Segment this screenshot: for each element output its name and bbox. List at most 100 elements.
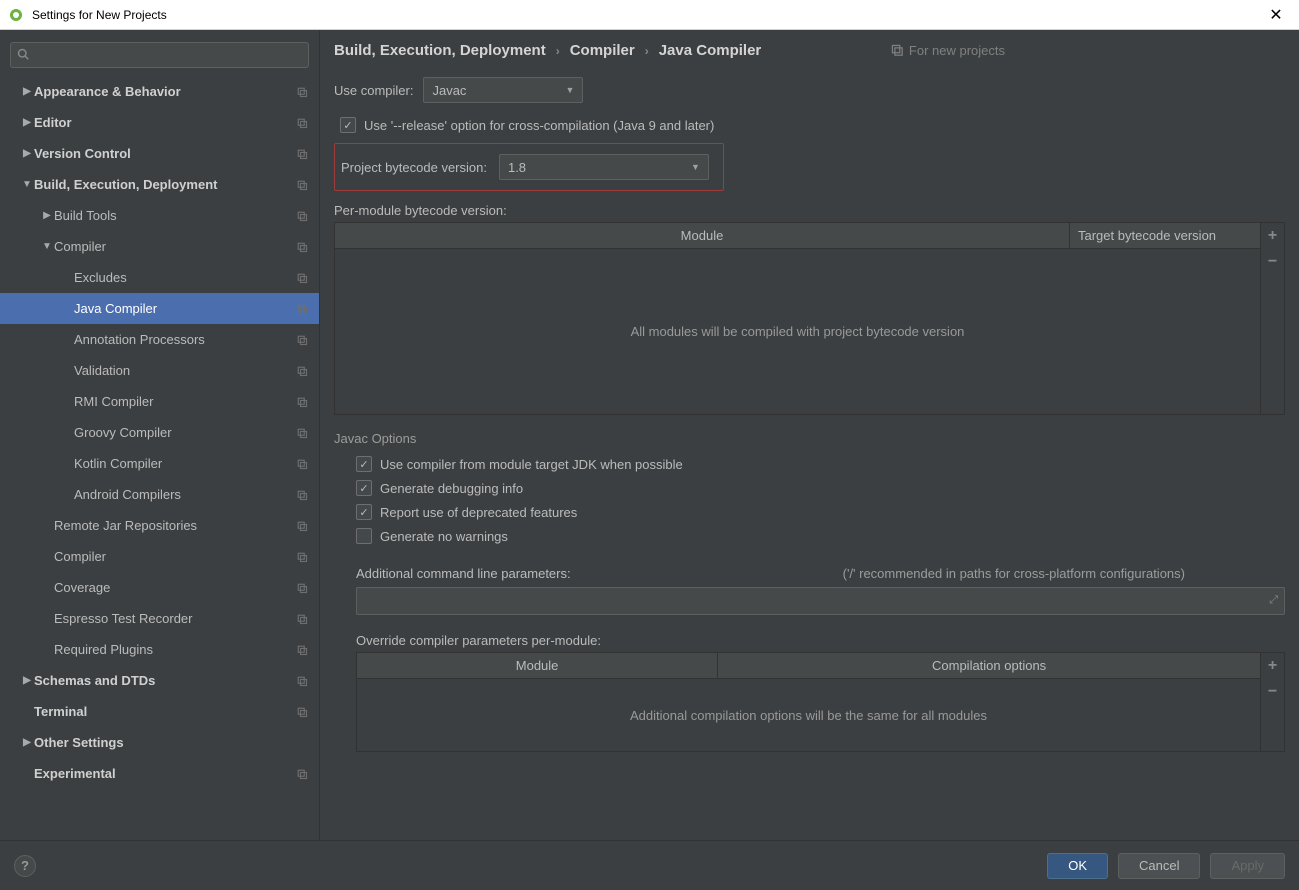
- breadcrumb-part[interactable]: Compiler: [570, 42, 635, 59]
- sidebar-item[interactable]: ▶Other Settings: [0, 727, 319, 758]
- sidebar-item[interactable]: Android Compilers: [0, 479, 319, 510]
- apply-button[interactable]: Apply: [1210, 853, 1285, 879]
- settings-tree: ▶Appearance & Behavior▶Editor▶Version Co…: [0, 76, 319, 840]
- per-project-icon: [295, 209, 309, 223]
- per-project-icon: [295, 116, 309, 130]
- content-panel: Build, Execution, Deployment › Compiler …: [320, 30, 1299, 840]
- remove-button[interactable]: −: [1261, 249, 1284, 275]
- checkbox-icon: [356, 480, 372, 496]
- chevron-right-icon: ▶: [20, 737, 34, 748]
- sidebar-item[interactable]: RMI Compiler: [0, 386, 319, 417]
- sidebar-item[interactable]: Kotlin Compiler: [0, 448, 319, 479]
- sidebar-item[interactable]: Terminal: [0, 696, 319, 727]
- remove-button[interactable]: −: [1261, 679, 1284, 705]
- addl-params-label: Additional command line parameters:: [356, 566, 571, 581]
- sidebar-item-label: Build, Execution, Deployment: [34, 177, 295, 192]
- per-project-icon: [295, 178, 309, 192]
- add-button[interactable]: +: [1261, 653, 1284, 679]
- close-icon[interactable]: ✕: [1261, 0, 1291, 30]
- per-module-label: Per-module bytecode version:: [334, 203, 1285, 218]
- sidebar-item[interactable]: Compiler: [0, 541, 319, 572]
- no-warnings-checkbox[interactable]: Generate no warnings: [356, 528, 1285, 544]
- override-label: Override compiler parameters per-module:: [356, 633, 1285, 648]
- sidebar-item[interactable]: Excludes: [0, 262, 319, 293]
- per-project-icon: [295, 612, 309, 626]
- sidebar-item-label: Remote Jar Repositories: [54, 518, 295, 533]
- sidebar-item-label: Appearance & Behavior: [34, 84, 295, 99]
- sidebar-item[interactable]: ▶Version Control: [0, 138, 319, 169]
- table-header: Compilation options: [718, 653, 1260, 678]
- project-bytecode-combo[interactable]: 1.8 ▼: [499, 154, 709, 180]
- search-field[interactable]: [33, 48, 302, 63]
- chevron-right-icon: ▶: [20, 117, 34, 128]
- addl-params-input[interactable]: ⤢: [356, 587, 1285, 615]
- help-button[interactable]: ?: [14, 855, 36, 877]
- sidebar-item[interactable]: ▼Compiler: [0, 231, 319, 262]
- sidebar-item-label: Groovy Compiler: [74, 425, 295, 440]
- chevron-right-icon: ▶: [40, 210, 54, 221]
- sidebar-item[interactable]: ▶Build Tools: [0, 200, 319, 231]
- per-project-icon: [295, 395, 309, 409]
- sidebar-item-label: Schemas and DTDs: [34, 673, 295, 688]
- sidebar-item-label: Annotation Processors: [74, 332, 295, 347]
- report-deprecated-checkbox[interactable]: Report use of deprecated features: [356, 504, 1285, 520]
- sidebar-item[interactable]: ▼Build, Execution, Deployment: [0, 169, 319, 200]
- sidebar-item-label: Terminal: [34, 704, 295, 719]
- per-project-icon: [295, 364, 309, 378]
- javac-options-title: Javac Options: [334, 431, 1285, 446]
- breadcrumb-part[interactable]: Build, Execution, Deployment: [334, 42, 546, 59]
- generate-debug-checkbox[interactable]: Generate debugging info: [356, 480, 1285, 496]
- sidebar-item-label: Android Compilers: [74, 487, 295, 502]
- table-header: Module: [335, 223, 1070, 248]
- chevron-down-icon: ▼: [566, 85, 575, 95]
- per-project-icon: [295, 674, 309, 688]
- sidebar-item-label: Build Tools: [54, 208, 295, 223]
- footer: ? OK Cancel Apply: [0, 840, 1299, 890]
- project-bytecode-highlight: Project bytecode version: 1.8 ▼: [334, 143, 724, 191]
- sidebar-item[interactable]: Coverage: [0, 572, 319, 603]
- per-project-icon: [295, 767, 309, 781]
- cancel-button[interactable]: Cancel: [1118, 853, 1200, 879]
- sidebar-item[interactable]: Required Plugins: [0, 634, 319, 665]
- addl-params-hint: ('/' recommended in paths for cross-plat…: [843, 566, 1185, 581]
- sidebar-item-label: Kotlin Compiler: [74, 456, 295, 471]
- expand-icon[interactable]: ⤢: [1269, 594, 1278, 607]
- add-button[interactable]: +: [1261, 223, 1284, 249]
- use-compiler-label: Use compiler:: [334, 83, 413, 98]
- per-project-icon: [295, 550, 309, 564]
- sidebar-item[interactable]: Java Compiler: [0, 293, 319, 324]
- sidebar-item[interactable]: ▶Editor: [0, 107, 319, 138]
- sidebar-item[interactable]: Groovy Compiler: [0, 417, 319, 448]
- sidebar-item[interactable]: Remote Jar Repositories: [0, 510, 319, 541]
- breadcrumb: Build, Execution, Deployment › Compiler …: [334, 42, 890, 59]
- release-option-checkbox[interactable]: Use '--release' option for cross-compila…: [340, 117, 1285, 133]
- sidebar: ▶Appearance & Behavior▶Editor▶Version Co…: [0, 30, 320, 840]
- use-module-jdk-checkbox[interactable]: Use compiler from module target JDK when…: [356, 456, 1285, 472]
- chevron-right-icon: ›: [645, 44, 649, 58]
- sidebar-item-label: Required Plugins: [54, 642, 295, 657]
- sidebar-item[interactable]: ▶Appearance & Behavior: [0, 76, 319, 107]
- sidebar-item-label: Coverage: [54, 580, 295, 595]
- override-table: Module Compilation options Additional co…: [356, 652, 1285, 752]
- sidebar-item-label: Compiler: [54, 549, 295, 564]
- sidebar-item[interactable]: Experimental: [0, 758, 319, 789]
- chevron-right-icon: ▶: [20, 86, 34, 97]
- for-new-projects-label: For new projects: [890, 43, 1005, 59]
- sidebar-item-label: Excludes: [74, 270, 295, 285]
- chevron-down-icon: ▼: [20, 179, 34, 190]
- checkbox-icon: [356, 528, 372, 544]
- use-compiler-combo[interactable]: Javac ▼: [423, 77, 583, 103]
- copy-icon: [890, 43, 903, 59]
- per-project-icon: [295, 488, 309, 502]
- search-input[interactable]: [10, 42, 309, 68]
- ok-button[interactable]: OK: [1047, 853, 1108, 879]
- sidebar-item-label: Java Compiler: [74, 301, 295, 316]
- per-project-icon: [295, 240, 309, 254]
- sidebar-item[interactable]: ▶Schemas and DTDs: [0, 665, 319, 696]
- sidebar-item[interactable]: Espresso Test Recorder: [0, 603, 319, 634]
- per-project-icon: [295, 85, 309, 99]
- sidebar-item[interactable]: Annotation Processors: [0, 324, 319, 355]
- per-project-icon: [295, 705, 309, 719]
- table-empty-message: Additional compilation options will be t…: [357, 679, 1260, 751]
- sidebar-item[interactable]: Validation: [0, 355, 319, 386]
